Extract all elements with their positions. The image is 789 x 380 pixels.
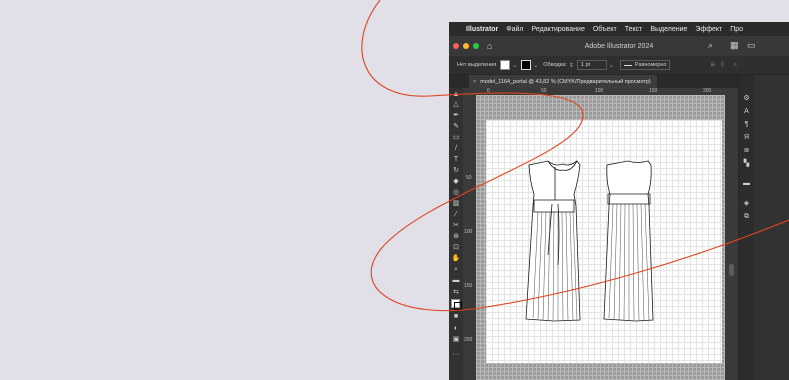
decorative-curve [361,0,789,312]
